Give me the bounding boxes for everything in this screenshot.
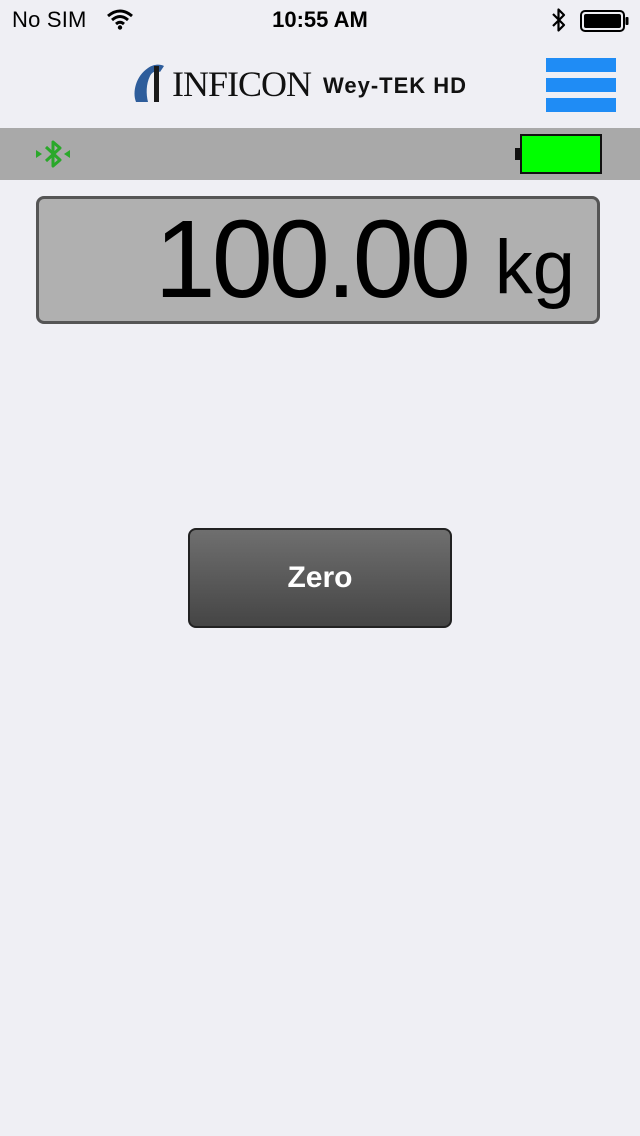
hamburger-menu-icon: [546, 58, 616, 72]
bluetooth-connected-icon: [36, 140, 70, 168]
brand-name: INFICON: [172, 64, 312, 104]
zero-button[interactable]: Zero: [188, 528, 452, 628]
app-header: INFICON Wey-TEK HD: [0, 40, 640, 128]
weight-unit: kg: [494, 225, 575, 310]
hamburger-menu-icon-bar: [546, 78, 616, 92]
weight-value: 100.00: [154, 198, 471, 321]
menu-button[interactable]: [546, 56, 616, 114]
status-bar: No SIM 10:55 AM: [0, 0, 640, 40]
status-time: 10:55 AM: [272, 7, 368, 32]
brand-logo: INFICON Wey-TEK HD: [130, 62, 467, 106]
battery-icon: [580, 10, 629, 32]
inficon-logo-mark: [134, 64, 164, 102]
hamburger-menu-icon-bar: [546, 98, 616, 112]
weight-display: 100.00 kg: [36, 196, 600, 324]
app-screen: No SIM 10:55 AM INFICON Wey-TEK HD 100.0…: [0, 0, 640, 1136]
battery-full-icon: [515, 134, 602, 174]
product-name: Wey-TEK HD: [323, 73, 468, 98]
device-status-bar: [0, 128, 640, 180]
bluetooth-icon: [552, 8, 566, 32]
